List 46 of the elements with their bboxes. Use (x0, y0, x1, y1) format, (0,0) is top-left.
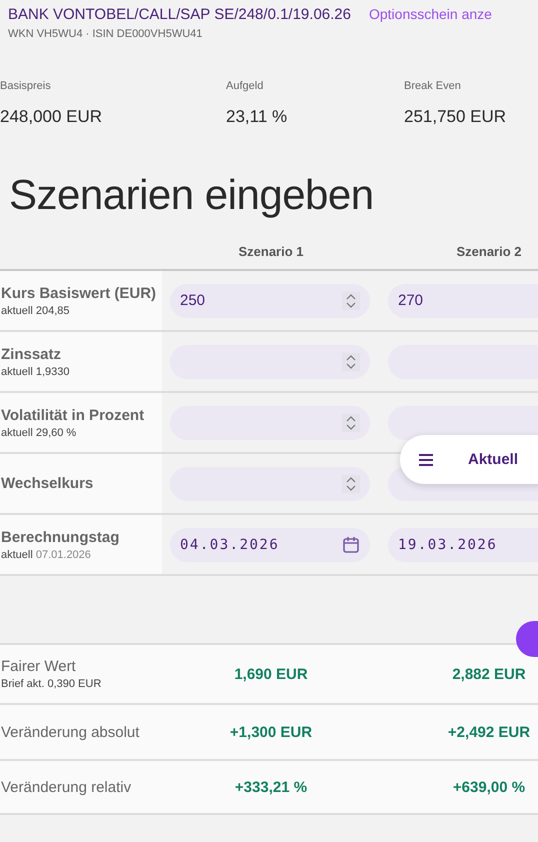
menu-icon (418, 452, 434, 466)
product-ids: WKN VH5WU4 · ISIN DE000VH5WU41 (7, 27, 204, 40)
product-title: BANK VONTOBEL/CALL/SAP SE/248/0.1/19.06.26 (8, 6, 351, 23)
row-label: Volatilität in Prozent (1, 406, 146, 424)
date-field[interactable]: 04.03.2026 (170, 528, 370, 562)
column-header: Szenario 2 (455, 244, 523, 258)
result-value: +639,00 % (452, 778, 526, 796)
row-note: aktuell 29,60 % (1, 426, 78, 438)
row-note: aktuell 1,9330 (1, 366, 70, 378)
result-label: Veränderung relativ (1, 778, 132, 796)
date-field[interactable]: 19.03.2026 (388, 528, 538, 562)
row-label: Kurs Basiswert (EUR) (1, 284, 158, 302)
result-value: +333,21 % (234, 778, 308, 796)
stat-label: Break Even (404, 80, 462, 92)
section-heading: Szenarien eingeben (9, 171, 375, 219)
stat-label: Basispreis (0, 80, 52, 92)
stat-value: 251,750 EUR (404, 107, 508, 127)
result-value: 1,690 EUR (233, 666, 309, 682)
stepper-icon[interactable] (342, 474, 360, 492)
calendar-icon[interactable] (342, 536, 360, 554)
stat-value: 23,11 % (226, 107, 288, 127)
number-field[interactable] (170, 466, 370, 500)
number-field[interactable] (170, 406, 370, 440)
number-field[interactable]: 250 (170, 284, 370, 318)
row-note: aktuell 204,85 (1, 304, 70, 316)
result-value: 2,882 EUR (451, 666, 527, 682)
stepper-icon[interactable] (342, 414, 360, 432)
stepper-icon[interactable] (342, 292, 360, 310)
result-value: +2,492 EUR (446, 724, 532, 740)
row-label: Zinssatz (1, 346, 62, 362)
column-header: Szenario 1 (237, 244, 305, 258)
result-note: Brief akt. 0,390 EUR (1, 678, 102, 690)
row-label: Wechselkurs (1, 475, 94, 492)
current-values-button[interactable]: Aktuell (400, 435, 538, 484)
stat-value: 248,000 EUR (0, 107, 104, 127)
result-value: +1,300 EUR (228, 724, 314, 740)
stat-label: Aufgeld (226, 80, 264, 92)
result-label: Veränderung absolut (1, 724, 140, 740)
number-field[interactable] (388, 406, 538, 440)
row-note: aktuell 07.01.2026 (1, 548, 92, 560)
result-label: Fairer Wert (1, 658, 77, 675)
number-field[interactable] (170, 344, 370, 378)
stepper-icon[interactable] (342, 352, 360, 370)
number-field[interactable]: 270 (388, 284, 538, 318)
row-label: Berechnungstag (1, 528, 120, 546)
product-link[interactable]: Optionsschein anze (368, 6, 492, 23)
